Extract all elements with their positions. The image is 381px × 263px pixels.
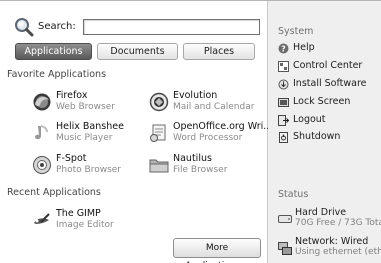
app-the-gimp[interactable]: The GIMP Image Editor: [32, 208, 152, 236]
more-applications-button[interactable]: More Applications...: [173, 238, 261, 263]
app-openoffice-writer[interactable]: OpenOffice.org Wri... Word Processor: [149, 121, 273, 149]
app-evolution[interactable]: Evolution Mail and Calendar: [149, 90, 269, 118]
status-heading: Status: [278, 189, 309, 200]
right-panel: System ? Help Control Center Install Sof…: [268, 1, 381, 263]
evolution-icon: [149, 92, 169, 112]
openoffice-writer-icon: [149, 123, 169, 143]
system-item-logout[interactable]: Logout: [278, 114, 378, 128]
help-icon: ?: [278, 43, 289, 54]
favorite-applications-heading: Favorite Applications: [7, 69, 107, 80]
system-item-label: Help: [293, 42, 315, 53]
system-item-label: Install Software: [293, 78, 367, 89]
main-menu: Search: Applications Documents Places Fa…: [0, 0, 381, 263]
system-item-lock-screen[interactable]: Lock Screen: [278, 96, 378, 110]
search-input[interactable]: [83, 19, 260, 35]
lock-screen-icon: [278, 97, 289, 108]
system-item-help[interactable]: ? Help: [278, 42, 378, 56]
system-item-install-software[interactable]: Install Software: [278, 78, 378, 92]
status-item-label: Hard Drive: [295, 207, 347, 218]
search-label: Search:: [38, 21, 76, 32]
app-description: Photo Browser: [56, 165, 122, 175]
status-item-sub: Using ethernet (eth0): [295, 247, 381, 257]
folder-icon: [149, 155, 169, 175]
logout-icon: [278, 115, 290, 126]
firefox-icon: [32, 92, 52, 112]
status-item-hard-drive[interactable]: Hard Drive 70G Free / 73G Total: [278, 207, 381, 233]
install-software-icon: [278, 79, 289, 90]
recent-applications-heading: Recent Applications: [7, 187, 101, 198]
app-nautilus[interactable]: Nautilus File Browser: [149, 153, 269, 181]
tab-bar: Applications Documents Places: [15, 43, 265, 61]
app-description: Music Player: [56, 133, 113, 143]
app-f-spot[interactable]: F-Spot Photo Browser: [32, 153, 152, 181]
hard-drive-icon: [278, 212, 292, 226]
app-description: Word Processor: [173, 133, 243, 143]
search-icon: [14, 17, 34, 37]
shutdown-icon: [278, 132, 289, 143]
f-spot-icon: [32, 155, 52, 175]
system-item-label: Lock Screen: [293, 96, 351, 107]
search-row: Search:: [14, 15, 260, 39]
system-item-label: Shutdown: [293, 131, 341, 142]
app-description: Mail and Calendar: [173, 102, 255, 112]
app-name: OpenOffice.org Wri...: [173, 121, 273, 132]
control-center-icon: [278, 61, 289, 72]
banshee-icon: [32, 123, 52, 143]
app-firefox[interactable]: Firefox Web Browser: [32, 90, 152, 118]
app-description: File Browser: [173, 165, 228, 175]
tab-documents[interactable]: Documents: [97, 43, 178, 60]
app-description: Image Editor: [56, 220, 114, 230]
app-name: Helix Banshee: [56, 121, 124, 132]
app-helix-banshee[interactable]: Helix Banshee Music Player: [32, 121, 152, 149]
tab-applications[interactable]: Applications: [15, 43, 92, 60]
gimp-icon: [32, 210, 52, 230]
app-name: F-Spot: [56, 153, 87, 164]
system-item-label: Control Center: [293, 60, 363, 71]
status-item-label: Network: Wired: [295, 236, 369, 247]
svg-text:?: ?: [281, 45, 286, 54]
app-name: Nautilus: [173, 153, 212, 164]
app-name: Firefox: [56, 90, 88, 101]
system-item-control-center[interactable]: Control Center: [278, 60, 378, 74]
system-item-label: Logout: [293, 114, 326, 125]
app-name: Evolution: [173, 90, 218, 101]
tab-places[interactable]: Places: [183, 43, 255, 60]
status-item-network[interactable]: Network: Wired Using ethernet (eth0): [278, 236, 381, 262]
app-name: The GIMP: [56, 208, 101, 219]
network-icon: [278, 241, 292, 255]
left-panel: Search: Applications Documents Places Fa…: [0, 1, 273, 263]
system-heading: System: [278, 26, 314, 37]
app-description: Web Browser: [56, 102, 115, 112]
status-item-sub: 70G Free / 73G Total: [295, 218, 381, 228]
system-item-shutdown[interactable]: Shutdown: [278, 131, 378, 145]
